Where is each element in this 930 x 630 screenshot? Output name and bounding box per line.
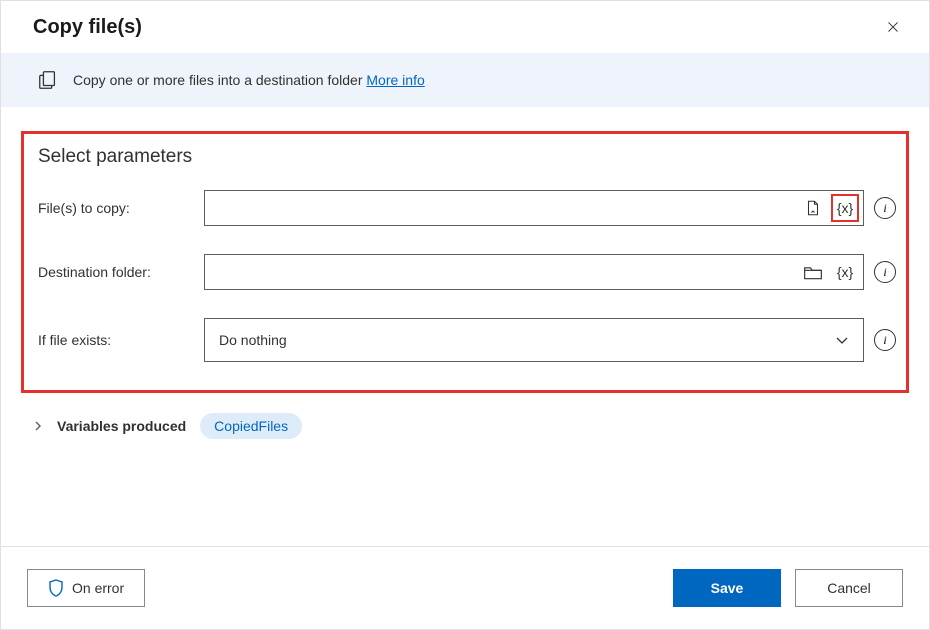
- variable-icon: {x}: [837, 264, 853, 280]
- if-file-exists-row: If file exists: Do nothing i: [34, 318, 896, 362]
- info-bar: Copy one or more files into a destinatio…: [1, 53, 929, 107]
- more-info-link[interactable]: More info: [366, 72, 424, 88]
- destination-info-button[interactable]: i: [874, 261, 896, 283]
- if-file-exists-value: Do nothing: [219, 332, 287, 348]
- file-picker-button[interactable]: [799, 194, 827, 222]
- chevron-right-icon: [33, 420, 43, 432]
- copy-files-dialog: Copy file(s) Copy one or more files into…: [0, 0, 930, 630]
- dialog-body: Select parameters File(s) to copy:: [1, 107, 929, 546]
- cancel-button[interactable]: Cancel: [795, 569, 903, 607]
- variable-chip-copiedfiles[interactable]: CopiedFiles: [200, 413, 302, 439]
- folder-icon: [803, 263, 823, 281]
- files-to-copy-row: File(s) to copy: {x}: [34, 190, 896, 226]
- files-to-copy-input-wrapper: {x}: [204, 190, 864, 226]
- variable-icon: {x}: [837, 200, 853, 216]
- close-icon: [887, 19, 899, 35]
- destination-folder-input[interactable]: [217, 263, 799, 281]
- on-error-button[interactable]: On error: [27, 569, 145, 607]
- insert-variable-button-dest[interactable]: {x}: [831, 258, 859, 286]
- dialog-title: Copy file(s): [33, 16, 142, 39]
- destination-folder-row: Destination folder: {x}: [34, 254, 896, 290]
- variables-produced-label: Variables produced: [57, 418, 186, 434]
- save-button[interactable]: Save: [673, 569, 781, 607]
- insert-variable-button[interactable]: {x}: [831, 194, 859, 222]
- if-file-exists-label: If file exists:: [34, 332, 204, 348]
- exists-info-button[interactable]: i: [874, 329, 896, 351]
- destination-folder-input-wrapper: {x}: [204, 254, 864, 290]
- files-to-copy-label: File(s) to copy:: [34, 200, 204, 216]
- destination-folder-label: Destination folder:: [34, 264, 204, 280]
- dialog-footer: On error Save Cancel: [1, 546, 929, 629]
- file-icon: [804, 199, 822, 217]
- files-to-copy-input[interactable]: [217, 199, 799, 217]
- if-file-exists-select[interactable]: Do nothing: [204, 318, 864, 362]
- chevron-down-icon: [835, 333, 849, 347]
- shield-icon: [48, 579, 64, 597]
- folder-picker-button[interactable]: [799, 258, 827, 286]
- close-button[interactable]: [881, 15, 905, 39]
- variables-produced-row[interactable]: Variables produced CopiedFiles: [21, 413, 909, 439]
- files-info-button[interactable]: i: [874, 197, 896, 219]
- parameters-highlight: Select parameters File(s) to copy:: [21, 131, 909, 393]
- info-text: Copy one or more files into a destinatio…: [73, 72, 425, 88]
- section-title: Select parameters: [38, 146, 896, 168]
- copy-files-icon: [37, 69, 59, 91]
- dialog-header: Copy file(s): [1, 1, 929, 53]
